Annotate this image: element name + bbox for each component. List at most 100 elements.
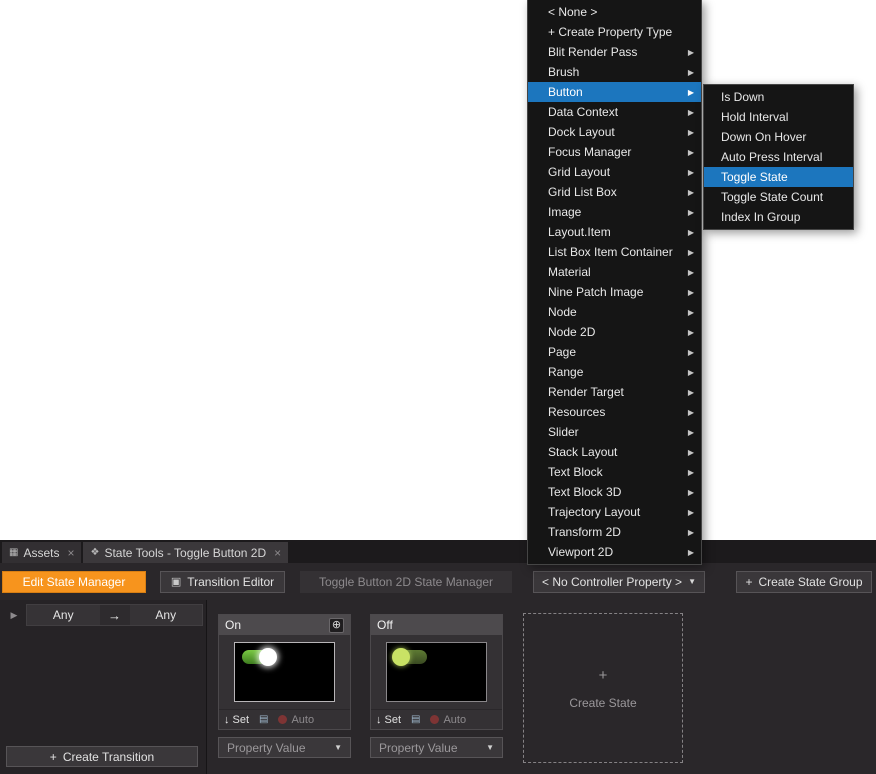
menu-item-material[interactable]: Material▶ [528, 262, 701, 282]
menu-item-range[interactable]: Range▶ [528, 362, 701, 382]
state-card-off[interactable]: Off ↓ Set ▤ [370, 614, 503, 730]
tab-state-tools[interactable]: ❖ State Tools - Toggle Button 2D × [83, 542, 288, 563]
create-transition-label: Create Transition [63, 750, 154, 764]
menu-item-brush[interactable]: Brush▶ [528, 62, 701, 82]
menu-item-label: Page [548, 345, 682, 359]
create-state-group-button[interactable]: + Create State Group [736, 571, 872, 593]
menu-item-label: Node 2D [548, 325, 682, 339]
menu-item-data-context[interactable]: Data Context▶ [528, 102, 701, 122]
submenu-arrow-icon: ▶ [688, 508, 694, 517]
create-transition-button[interactable]: + Create Transition [6, 746, 198, 767]
menu-item-grid-layout[interactable]: Grid Layout▶ [528, 162, 701, 182]
menu-item-label: Resources [548, 405, 682, 419]
property-value-dropdown[interactable]: Property Value ▼ [370, 737, 503, 758]
active-state-target-icon[interactable]: ⊕ [329, 618, 344, 633]
menu-item-text-block[interactable]: Text Block▶ [528, 462, 701, 482]
menu-item-page[interactable]: Page ▶ [528, 342, 701, 362]
menu-item-image[interactable]: Image▶ [528, 202, 701, 222]
submenu-arrow-icon: ▶ [688, 468, 694, 477]
menu-item-blit-render-pass[interactable]: Blit Render Pass▶ [528, 42, 701, 62]
transition-row[interactable]: ▶ Any → Any [2, 604, 203, 626]
button-property-submenu: Is Down Hold IntervalDown On HoverAuto Pr… [703, 84, 854, 230]
submenu-item-is-down[interactable]: Is Down [704, 87, 853, 107]
menu-item-viewport-2d[interactable]: Viewport 2D▶ [528, 542, 701, 562]
submenu-arrow-icon: ▶ [688, 348, 694, 357]
menu-item-label: Render Target [548, 385, 682, 399]
submenu-item-toggle-state[interactable]: Toggle State [704, 167, 853, 187]
menu-item-label: Grid Layout [548, 165, 682, 179]
controller-property-label: < No Controller Property > [542, 575, 682, 589]
submenu-item-auto-press-interval[interactable]: Auto Press Interval [704, 147, 853, 167]
menu-item-node-2d[interactable]: Node 2D▶ [528, 322, 701, 342]
state-card-on[interactable]: On ⊕ ↓ Set [218, 614, 351, 730]
submenu-arrow-icon: ▶ [688, 388, 694, 397]
menu-item-label: Index In Group [721, 210, 846, 224]
set-label[interactable]: Set [233, 714, 250, 726]
menu-item-nine-patch-image[interactable]: Nine Patch Image▶ [528, 282, 701, 302]
submenu-arrow-icon: ▶ [688, 288, 694, 297]
menu-item-focus-manager[interactable]: Focus Manager ▶ [528, 142, 701, 162]
menu-item-create-property-type[interactable]: + Create Property Type [528, 22, 701, 42]
toggle-knob [259, 648, 277, 666]
state-machine-editor: ▶ Any → Any + Create Transition [0, 600, 876, 774]
table-icon[interactable]: ▤ [411, 714, 420, 725]
state-name: Off [377, 618, 393, 632]
menu-item-slider[interactable]: Slider▶ [528, 422, 701, 442]
create-state-label: Create State [569, 696, 636, 710]
submenu-item-index-in-group[interactable]: Index In Group [704, 207, 853, 227]
submenu-arrow-icon: ▶ [688, 548, 694, 557]
menu-item-list-box-item-container[interactable]: List Box Item Container▶ [528, 242, 701, 262]
set-label[interactable]: Set [385, 714, 402, 726]
menu-item-button[interactable]: Button▶ [528, 82, 701, 102]
auto-label: Auto [443, 714, 466, 726]
submenu-arrow-icon: ▶ [688, 48, 694, 57]
create-state-button[interactable]: + Create State [523, 613, 683, 763]
menu-item-resources[interactable]: Resources▶ [528, 402, 701, 422]
submenu-arrow-icon: ▶ [688, 368, 694, 377]
auto-toggle[interactable]: Auto [278, 714, 314, 726]
transition-to: Any [130, 605, 203, 625]
menu-item-layout-item[interactable]: Layout.Item▶ [528, 222, 701, 242]
edit-state-manager-button[interactable]: Edit State Manager [2, 571, 146, 593]
expander-icon[interactable]: ▶ [2, 610, 26, 621]
table-icon[interactable]: ▤ [259, 714, 268, 725]
plus-icon: + [745, 575, 752, 589]
submenu-item-down-on-hover[interactable]: Down On Hover [704, 127, 853, 147]
transition-editor-icon: ▣ [171, 575, 181, 588]
state-card-header: On ⊕ [219, 615, 350, 635]
chevron-down-icon: ▼ [688, 577, 696, 586]
state-block-off: Off ↓ Set ▤ [370, 614, 503, 758]
menu-item-label: Toggle State Count [721, 190, 846, 204]
menu-item-text-block-3d[interactable]: Text Block 3D▶ [528, 482, 701, 502]
transition-any-any[interactable]: Any → Any [26, 604, 203, 626]
property-value-label: Property Value [379, 741, 458, 755]
chevron-down-icon: ▼ [334, 743, 342, 752]
menu-item-dock-layout[interactable]: Dock Layout▶ [528, 122, 701, 142]
menu-item-render-target[interactable]: Render Target ▶ [528, 382, 701, 402]
menu-item-node[interactable]: Node▶ [528, 302, 701, 322]
transition-editor-button[interactable]: ▣ Transition Editor [160, 571, 285, 593]
submenu-item-hold-interval[interactable]: Hold Interval [704, 107, 853, 127]
submenu-item-toggle-state-count[interactable]: Toggle State Count [704, 187, 853, 207]
submenu-arrow-icon: ▶ [688, 188, 694, 197]
create-state-group-label: Create State Group [758, 575, 862, 589]
menu-item-label: Slider [548, 425, 682, 439]
menu-item-label: Focus Manager [548, 145, 682, 159]
menu-item-stack-layout[interactable]: Stack Layout▶ [528, 442, 701, 462]
menu-item-label: Dock Layout [548, 125, 682, 139]
close-icon[interactable]: × [67, 546, 74, 560]
menu-item-none[interactable]: < None > [528, 2, 701, 22]
property-value-dropdown[interactable]: Property Value ▼ [218, 737, 351, 758]
menu-item-transform-2d[interactable]: Transform 2D▶ [528, 522, 701, 542]
menu-item-grid-list-box[interactable]: Grid List Box▶ [528, 182, 701, 202]
menu-item-label: < None > [548, 5, 694, 19]
transition-editor-label: Transition Editor [187, 575, 274, 589]
close-icon[interactable]: × [274, 546, 281, 560]
auto-toggle[interactable]: Auto [430, 714, 466, 726]
tab-assets[interactable]: ▦ Assets × [2, 542, 81, 563]
controller-property-dropdown[interactable]: < No Controller Property > ▼ [533, 571, 705, 593]
submenu-arrow-icon: ▶ [688, 68, 694, 77]
submenu-arrow-icon: ▶ [688, 148, 694, 157]
menu-item-label: Is Down [721, 90, 846, 104]
menu-item-trajectory-layout[interactable]: Trajectory Layout▶ [528, 502, 701, 522]
